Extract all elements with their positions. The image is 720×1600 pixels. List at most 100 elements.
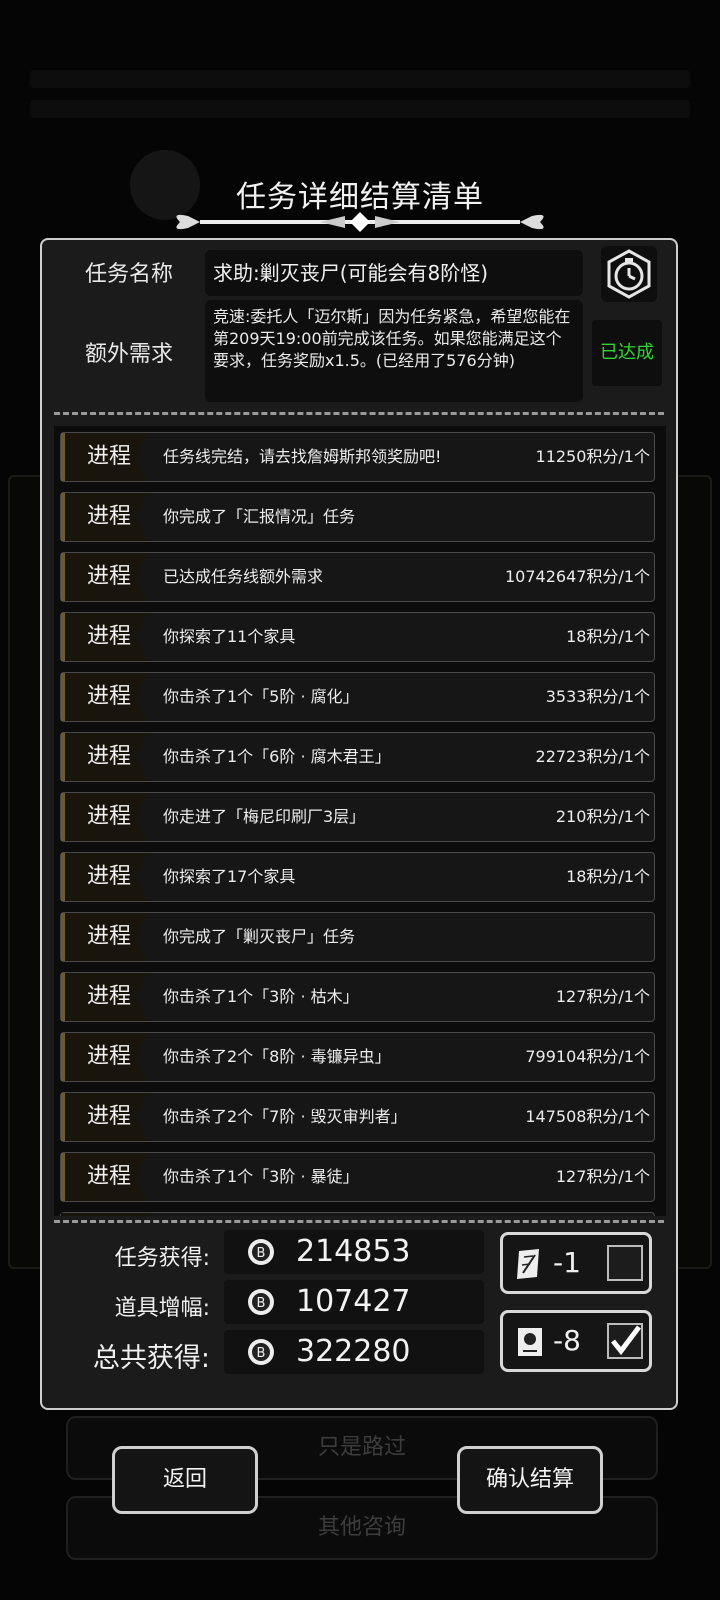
coin-icon: B <box>248 1339 274 1365</box>
item-bonus-label: 道具增幅: <box>114 1296 210 1321</box>
tag-edge <box>61 493 65 541</box>
progress-row: 进程 你完成了「剿灭丧尸」任务 <box>60 912 655 962</box>
requirement-status: 已达成 <box>592 320 662 386</box>
item-checkbox[interactable] <box>607 1245 643 1281</box>
item-checkbox-checked[interactable] <box>607 1323 643 1359</box>
progress-tag: 进程 <box>61 1093 148 1141</box>
extra-requirement-text: 竞速:委托人「迈尔斯」因为任务紧急，希望您能在第209天19:00前完成该任务。… <box>205 300 583 402</box>
tag-edge <box>61 853 65 901</box>
progress-list[interactable]: 进程 任务线完结，请去找詹姆斯邦领奖励吧! 11250积分/1个 进程 你完成了「汇报情… <box>54 426 666 1216</box>
extra-requirement-label: 额外需求 <box>84 342 173 367</box>
confirm-settlement-button[interactable]: 确认结算 <box>457 1446 603 1514</box>
progress-row: 进程 你探索了17个家具 18积分/1个 <box>60 852 655 902</box>
divider <box>54 412 664 415</box>
tag-edge <box>61 613 65 661</box>
progress-row-partial <box>60 1212 655 1216</box>
tag-edge <box>61 433 65 481</box>
coin-icon: B <box>248 1289 274 1315</box>
progress-tag: 进程 <box>61 973 148 1021</box>
progress-row: 进程 你击杀了2个「8阶 · 毒镰异虫」 799104积分/1个 <box>60 1032 655 1082</box>
progress-row: 进程 你击杀了1个「3阶 · 枯木」 127积分/1个 <box>60 972 655 1022</box>
progress-score: 18积分/1个 <box>566 867 650 886</box>
coin-icon: B <box>248 1239 274 1265</box>
progress-score: 22723积分/1个 <box>535 747 650 766</box>
item-toggle-card[interactable]: -8 <box>500 1310 652 1372</box>
tag-edge <box>61 733 65 781</box>
task-earned-value: 214853 <box>296 1234 411 1269</box>
progress-score: 799104积分/1个 <box>525 1047 650 1066</box>
progress-text: 你击杀了1个「3阶 · 暴徒」 <box>163 1167 359 1186</box>
tag-edge <box>61 793 65 841</box>
progress-tag: 进程 <box>61 1153 148 1201</box>
progress-text: 你走进了「梅尼印刷厂3层」 <box>163 807 366 826</box>
progress-score: 18积分/1个 <box>566 627 650 646</box>
total-earned-label: 总共获得: <box>92 1343 210 1374</box>
svg-text:B: B <box>257 1296 266 1311</box>
progress-tag: 进程 <box>61 853 148 901</box>
progress-row: 进程 你击杀了1个「6阶 · 腐木君王」 22723积分/1个 <box>60 732 655 782</box>
stopwatch-icon <box>601 246 657 302</box>
progress-text: 你击杀了1个「5阶 · 腐化」 <box>163 687 359 706</box>
item-count: -1 <box>553 1246 581 1279</box>
checkmark-icon <box>611 1325 641 1356</box>
progress-score: 127积分/1个 <box>555 987 650 1006</box>
tag-edge <box>61 973 65 1021</box>
progress-tag: 进程 <box>61 493 148 541</box>
progress-tag: 进程 <box>61 1033 148 1081</box>
progress-row: 进程 你探索了11个家具 18积分/1个 <box>60 612 655 662</box>
progress-score: 3533积分/1个 <box>545 687 650 706</box>
progress-text: 你探索了17个家具 <box>163 867 296 886</box>
scroll-card-icon <box>518 1328 542 1356</box>
progress-text: 你探索了11个家具 <box>163 627 296 646</box>
tag-edge <box>61 673 65 721</box>
progress-row: 进程 任务线完结，请去找詹姆斯邦领奖励吧! 11250积分/1个 <box>60 432 655 482</box>
item-bonus-value: 107427 <box>296 1284 411 1319</box>
item-toggle-quill[interactable]: -1 <box>500 1232 652 1294</box>
task-earned-box: B 214853 <box>224 1230 484 1274</box>
task-name-value: 求助:剿灭丧尸(可能会有8阶怪) <box>205 250 583 296</box>
scroll-quill-icon <box>517 1249 539 1279</box>
progress-score: 127积分/1个 <box>555 1167 650 1186</box>
progress-score: 11250积分/1个 <box>535 447 650 466</box>
total-earned-box: B 322280 <box>224 1330 484 1374</box>
progress-row: 进程 已达成任务线额外需求 10742647积分/1个 <box>60 552 655 602</box>
svg-text:B: B <box>257 1346 266 1361</box>
progress-score: 10742647积分/1个 <box>504 567 650 586</box>
tag-edge <box>61 1093 65 1141</box>
progress-text: 你完成了「汇报情况」任务 <box>163 507 356 526</box>
progress-tag: 进程 <box>61 913 148 961</box>
tag-edge <box>61 1153 65 1201</box>
progress-score: 210积分/1个 <box>555 807 650 826</box>
divider <box>54 1220 664 1223</box>
progress-tag: 进程 <box>61 433 148 481</box>
tag-edge <box>61 1033 65 1081</box>
progress-tag: 进程 <box>61 553 148 601</box>
svg-text:B: B <box>257 1246 266 1261</box>
progress-row: 进程 你完成了「汇报情况」任务 <box>60 492 655 542</box>
progress-row: 进程 你击杀了1个「3阶 · 暴徒」 127积分/1个 <box>60 1152 655 1202</box>
task-name-label: 任务名称 <box>84 262 173 287</box>
progress-row: 进程 你击杀了2个「7阶 · 毁灭审判者」 147508积分/1个 <box>60 1092 655 1142</box>
progress-text: 你击杀了2个「8阶 · 毒镰异虫」 <box>163 1047 391 1066</box>
tag-edge <box>61 553 65 601</box>
progress-tag: 进程 <box>61 613 148 661</box>
task-earned-label: 任务获得: <box>114 1246 210 1271</box>
progress-text: 你击杀了2个「7阶 · 毁灭审判者」 <box>163 1107 407 1126</box>
title-ornament <box>176 212 544 232</box>
back-button[interactable]: 返回 <box>112 1446 258 1514</box>
progress-tag: 进程 <box>61 733 148 781</box>
progress-text: 你完成了「剿灭丧尸」任务 <box>163 927 356 946</box>
bg-text-line <box>30 100 690 118</box>
item-count: -8 <box>553 1324 581 1357</box>
progress-tag: 进程 <box>61 673 148 721</box>
settlement-panel: 任务名称 求助:剿灭丧尸(可能会有8阶怪) 额外需求 竞速:委托人「迈尔斯」因为… <box>40 238 678 1410</box>
progress-text: 已达成任务线额外需求 <box>163 567 324 586</box>
total-earned-value: 322280 <box>296 1334 411 1369</box>
progress-text: 你击杀了1个「3阶 · 枯木」 <box>163 987 359 1006</box>
progress-tag: 进程 <box>61 793 148 841</box>
bg-text-line <box>30 70 690 88</box>
progress-text: 任务线完结，请去找詹姆斯邦领奖励吧! <box>163 447 442 466</box>
progress-tag <box>61 1213 148 1216</box>
progress-row: 进程 你走进了「梅尼印刷厂3层」 210积分/1个 <box>60 792 655 842</box>
tag-edge <box>61 913 65 961</box>
